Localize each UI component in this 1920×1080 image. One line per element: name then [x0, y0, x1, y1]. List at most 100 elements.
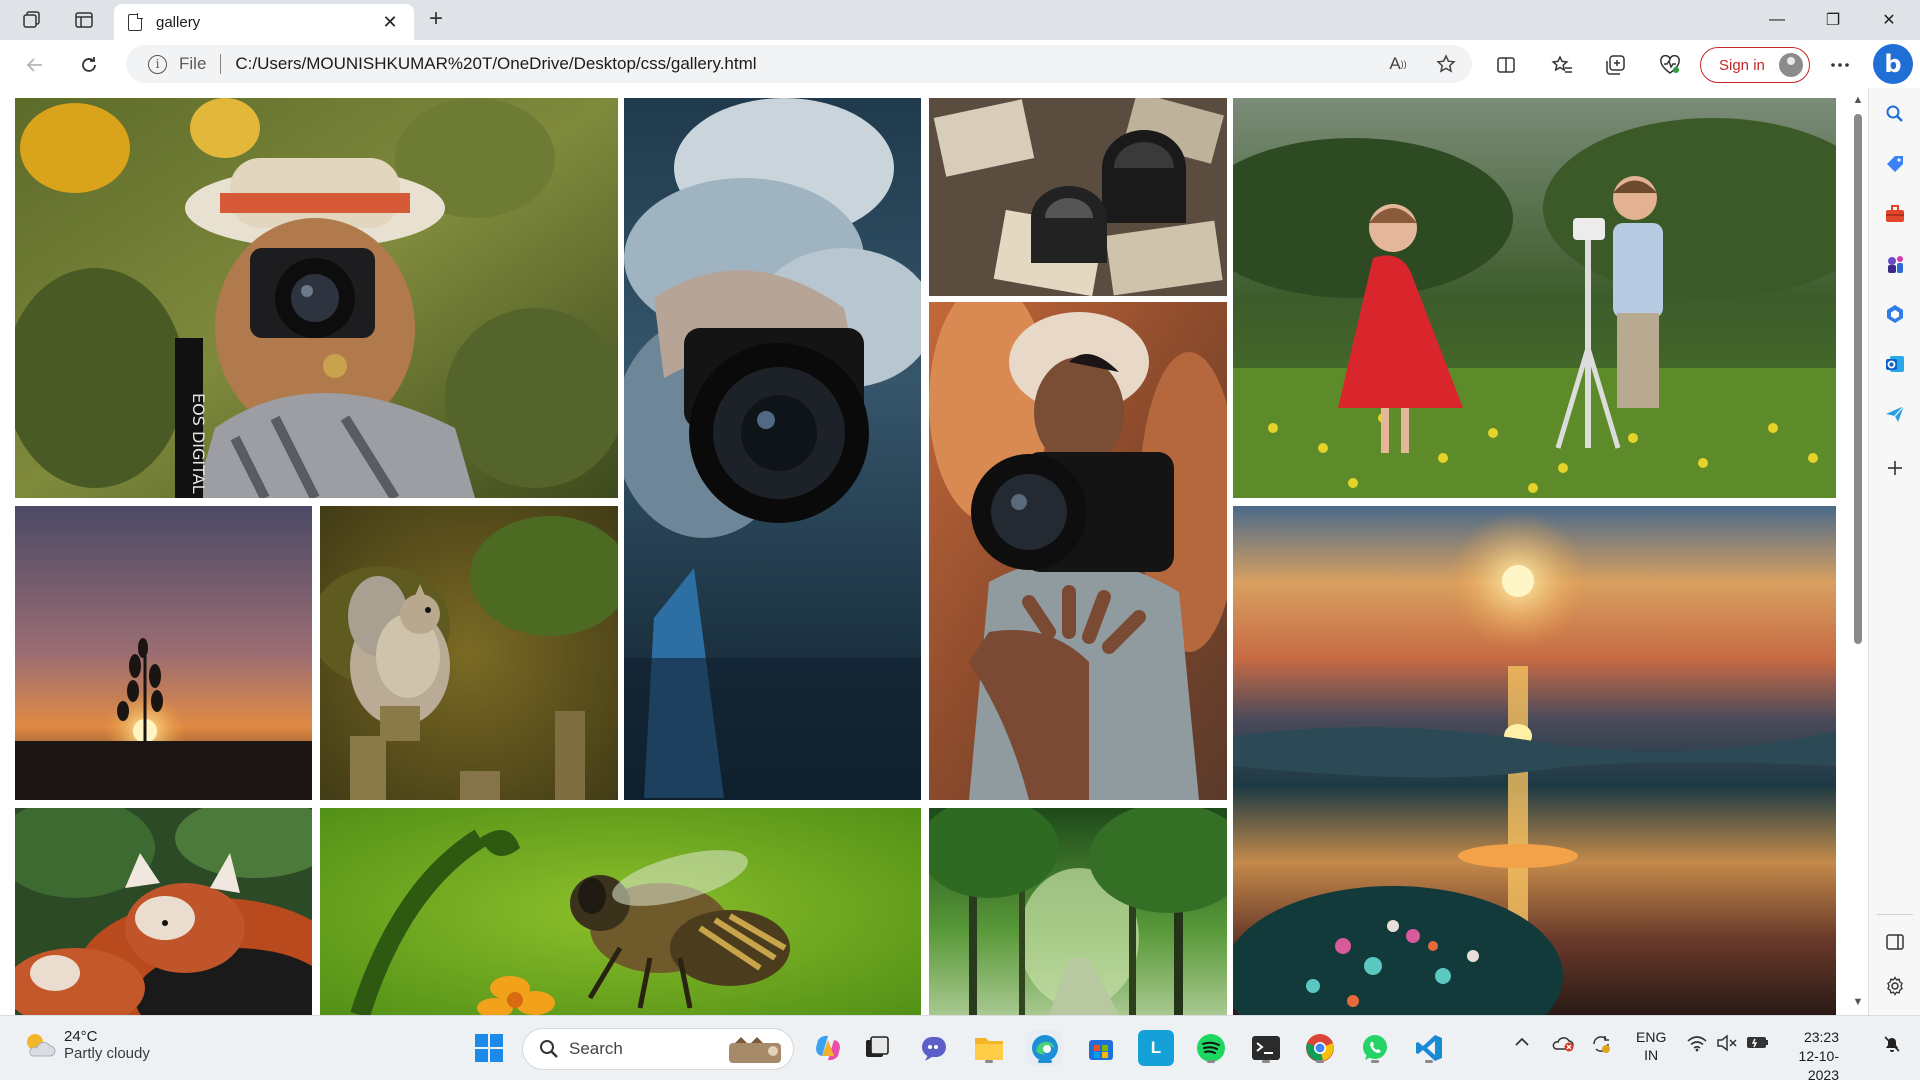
search-icon	[540, 1040, 558, 1058]
sidebar-games-icon[interactable]	[1881, 250, 1909, 278]
tab-gallery[interactable]: gallery ✕	[114, 4, 414, 40]
taskbar-store-icon[interactable]	[1083, 1030, 1119, 1066]
taskbar-spotify-icon[interactable]	[1193, 1030, 1229, 1066]
weather-temperature: 24°C	[64, 1028, 98, 1045]
gallery-image-sunset-silhouette	[15, 506, 312, 800]
weather-description: Partly cloudy	[64, 1045, 150, 1062]
sidebar-add-icon[interactable]	[1881, 454, 1909, 482]
tray-overflow-icon[interactable]	[1514, 1034, 1530, 1052]
running-indicator	[985, 1060, 993, 1063]
language-indicator[interactable]: ENG IN	[1636, 1028, 1666, 1064]
sidebar-settings-icon[interactable]	[1881, 972, 1909, 1000]
taskbar-whatsapp-icon[interactable]	[1357, 1030, 1393, 1066]
file-label: File	[179, 54, 207, 73]
taskbar-l-app-icon[interactable]: L	[1138, 1030, 1174, 1066]
minimize-button[interactable]: —	[1750, 0, 1804, 40]
read-aloud-icon[interactable]: A))	[1386, 52, 1410, 76]
clock-time: 23:23	[1803, 1029, 1839, 1045]
taskbar-chrome-icon[interactable]	[1302, 1030, 1338, 1066]
taskbar-copilot-icon[interactable]	[810, 1030, 846, 1066]
close-button[interactable]: ✕	[1862, 0, 1916, 40]
tab-actions-icon[interactable]	[70, 6, 98, 34]
language-region: IN	[1644, 1047, 1659, 1063]
gallery-image-forest	[929, 808, 1227, 1015]
url-text[interactable]: C:/Users/MOUNISHKUMAR%20T/OneDrive/Deskt…	[235, 54, 756, 74]
sidebar-send-icon[interactable]	[1881, 400, 1909, 428]
gallery-image-woman-camera: EOS DIGITAL	[15, 98, 618, 498]
scroll-up-icon[interactable]: ▲	[1852, 94, 1864, 106]
sidebar-divider	[1877, 914, 1913, 915]
running-indicator	[1207, 1060, 1215, 1063]
taskbar-search-box[interactable]: Search	[522, 1028, 794, 1070]
gallery-image-vintage-lenses	[929, 98, 1227, 296]
wifi-icon[interactable]	[1686, 1034, 1708, 1057]
collections-icon[interactable]	[1601, 51, 1629, 79]
system-clock[interactable]: 23:23 12-10-2023	[1781, 1028, 1839, 1080]
bing-copilot-icon[interactable]: b	[1873, 44, 1913, 84]
more-menu-icon[interactable]	[1826, 51, 1854, 79]
refresh-icon[interactable]	[74, 50, 104, 80]
page-scrollbar[interactable]: ▲ ▼	[1848, 88, 1868, 1015]
gallery-image-red-panda	[15, 808, 312, 1015]
address-separator	[220, 54, 222, 74]
search-placeholder: Search	[569, 1039, 623, 1058]
tab-close-icon[interactable]: ✕	[380, 12, 400, 33]
gallery-page: EOS DIGITAL	[0, 88, 1848, 1015]
browser-toolbar: i File C:/Users/MOUNISHKUMAR%20T/OneDriv…	[0, 40, 1920, 88]
sidebar-tools-icon[interactable]	[1881, 200, 1909, 228]
split-screen-icon[interactable]	[1492, 51, 1520, 79]
language-code: ENG	[1636, 1029, 1667, 1045]
workspaces-icon[interactable]	[18, 6, 46, 34]
sidebar-search-icon[interactable]	[1881, 100, 1909, 128]
restore-button[interactable]: ❐	[1806, 0, 1860, 40]
search-highlight-icon	[729, 1037, 781, 1063]
sign-in-button[interactable]: Sign in	[1700, 47, 1810, 83]
scrollbar-thumb[interactable]	[1854, 114, 1862, 644]
back-icon[interactable]	[20, 50, 50, 80]
active-indicator	[1038, 1060, 1052, 1063]
taskbar-vscode-icon[interactable]	[1411, 1030, 1447, 1066]
taskbar-edge-icon[interactable]	[1027, 1030, 1063, 1066]
page-icon	[128, 12, 143, 31]
running-indicator	[1316, 1060, 1324, 1063]
camera-strap-text: EOS DIGITAL	[189, 393, 208, 494]
new-tab-button[interactable]: +	[422, 6, 450, 34]
volume-muted-icon[interactable]	[1716, 1034, 1738, 1057]
taskbar-file-explorer-icon[interactable]	[971, 1030, 1007, 1066]
info-icon[interactable]: i	[148, 54, 167, 74]
taskbar-teams-icon[interactable]	[917, 1030, 953, 1066]
running-indicator	[1262, 1060, 1270, 1063]
favorite-star-icon[interactable]	[1434, 52, 1458, 76]
tab-title: gallery	[156, 13, 201, 31]
running-indicator	[1425, 1060, 1433, 1063]
gallery-image-sea-sunset	[1233, 506, 1836, 1015]
onedrive-error-icon[interactable]	[1551, 1034, 1575, 1057]
partly-cloudy-icon	[27, 1034, 56, 1057]
windows-taskbar: 24°C Partly cloudy Search L ENG IN 23:23…	[0, 1015, 1920, 1080]
sidebar-shopping-icon[interactable]	[1881, 150, 1909, 178]
edge-sidebar	[1868, 88, 1920, 1015]
sidebar-toggle-icon[interactable]	[1881, 928, 1909, 956]
taskbar-terminal-icon[interactable]	[1248, 1030, 1284, 1066]
gallery-image-children-tripod	[1233, 98, 1836, 498]
browser-essentials-icon[interactable]	[1656, 51, 1684, 79]
weather-widget[interactable]: 24°C Partly cloudy	[22, 1028, 150, 1062]
sync-icon[interactable]	[1590, 1034, 1612, 1059]
sign-in-label: Sign in	[1719, 56, 1765, 74]
gallery-image-camera-smoke	[624, 98, 921, 800]
avatar-icon	[1779, 53, 1803, 77]
notification-bell-icon[interactable]	[1882, 1034, 1902, 1059]
start-button[interactable]	[471, 1030, 507, 1066]
taskbar-task-view-icon[interactable]	[859, 1030, 895, 1066]
gallery-image-bee	[320, 808, 921, 1015]
sidebar-outlook-icon[interactable]	[1881, 350, 1909, 378]
clock-date: 12-10-2023	[1798, 1048, 1839, 1080]
sidebar-microsoft365-icon[interactable]	[1881, 300, 1909, 328]
gallery-image-floating-camera	[929, 302, 1227, 800]
battery-icon[interactable]	[1746, 1034, 1770, 1055]
address-bar[interactable]: i File C:/Users/MOUNISHKUMAR%20T/OneDriv…	[126, 45, 1472, 83]
title-bar: gallery ✕ + — ❐ ✕	[0, 0, 1920, 40]
favorites-icon[interactable]	[1548, 51, 1576, 79]
gallery-image-squirrel	[320, 506, 618, 800]
scroll-down-icon[interactable]: ▼	[1852, 996, 1864, 1008]
